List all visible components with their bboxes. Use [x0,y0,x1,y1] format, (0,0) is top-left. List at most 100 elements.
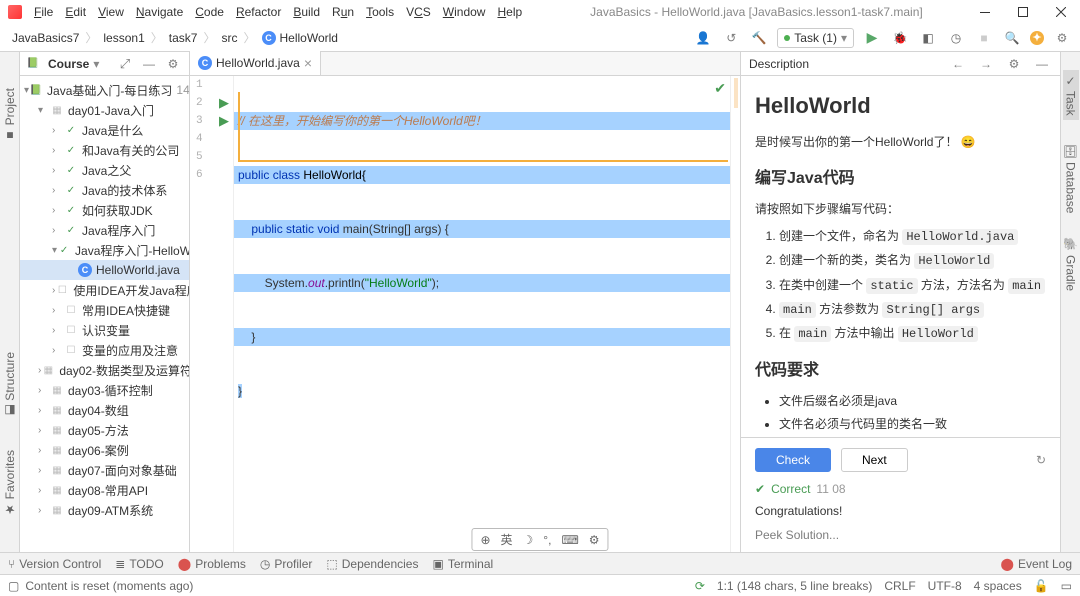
menu-code[interactable]: Code [189,3,230,21]
run-config-selector[interactable]: Task (1) ▾ [777,28,854,48]
inspection-ok-icon[interactable]: ✔ [714,80,726,97]
debug-button[interactable]: 🐞 [890,28,910,48]
minimize-button[interactable] [966,0,1004,24]
event-log-button[interactable]: ⬤Event Log [1001,557,1072,571]
tree-course-root[interactable]: ▾📗Java基础入门-每日练习14/109 [20,80,189,100]
tool-window-toggle-icon[interactable]: ▢ [8,579,19,593]
tree-lesson[interactable]: ›✓Java程序入门 [20,220,189,240]
collapse-icon[interactable]: — [139,54,159,74]
tree-lesson[interactable]: ›✓Java是什么 [20,120,189,140]
maximize-button[interactable] [1004,0,1042,24]
menu-view[interactable]: View [92,3,130,21]
run-gutter-icon[interactable]: ▶ [219,95,229,111]
menu-help[interactable]: Help [491,3,528,21]
tree-hello-lesson[interactable]: ▾✓Java程序入门-HelloWorld [20,240,189,260]
ime-globe-icon[interactable]: ⊕ [480,533,490,547]
tree-lesson[interactable]: ›☐变量的应用及注意 [20,340,189,360]
ime-lang[interactable]: 英 [501,531,513,548]
menu-build[interactable]: Build [287,3,326,21]
panel-settings-icon[interactable]: ⚙ [163,54,183,74]
breadcrumb-item[interactable]: task7 [165,29,202,47]
task-tool-button[interactable]: ✓Task [1063,70,1079,120]
editor-tab[interactable]: C HelloWorld.java × [190,51,321,75]
readonly-lock-icon[interactable]: 🔓 [1034,579,1049,593]
tree-day08[interactable]: ›▦day08-常用API [20,480,189,500]
tree-lesson[interactable]: ›✓Java的技术体系 [20,180,189,200]
ime-punct-icon[interactable]: °, [543,533,551,547]
search-everywhere-button[interactable]: 🔍 [1002,28,1022,48]
tree-day06[interactable]: ›▦day06-案例 [20,440,189,460]
tree-hello-file[interactable]: CHelloWorld.java [20,260,189,280]
breadcrumb-item[interactable]: src [217,29,241,47]
ide-updates-icon[interactable]: ✦ [1030,31,1044,45]
menu-window[interactable]: Window [437,3,492,21]
run-gutter-icon[interactable]: ▶ [219,113,229,129]
tree-day09[interactable]: ›▦day09-ATM系统 [20,500,189,520]
profile-button[interactable]: ◷ [946,28,966,48]
run-button[interactable]: ▶ [862,28,882,48]
tree-lesson[interactable]: ›☐常用IDEA快捷键 [20,300,189,320]
menu-tools[interactable]: Tools [360,3,400,21]
check-button[interactable]: Check [755,448,831,472]
version-control-button[interactable]: ⑂Version Control [8,557,101,571]
code-body[interactable]: // 在这里，开始编写你的第一个HelloWorld吧！ public clas… [234,76,730,552]
tree-day03[interactable]: ›▦day03-循环控制 [20,380,189,400]
indent-setting[interactable]: 4 spaces [974,579,1022,593]
reset-task-icon[interactable]: ↻ [1036,453,1046,467]
tree-lesson[interactable]: ›✓和Java有关的公司 [20,140,189,160]
structure-tool-button[interactable]: ◧Structure [3,352,17,418]
ime-settings-icon[interactable]: ⚙ [589,533,600,547]
peek-solution-link[interactable]: Peek Solution... [755,528,1046,542]
tree-day07[interactable]: ›▦day07-面向对象基础 [20,460,189,480]
menu-edit[interactable]: Edit [59,3,92,21]
file-encoding[interactable]: UTF-8 [928,579,962,593]
close-button[interactable] [1042,0,1080,24]
prev-task-icon[interactable]: ← [948,54,968,74]
close-tab-icon[interactable]: × [304,55,312,71]
tree-day01[interactable]: ▾▦day01-Java入门 [20,100,189,120]
tree-day04[interactable]: ›▦day04-数组 [20,400,189,420]
line-separator[interactable]: CRLF [884,579,915,593]
favorites-tool-button[interactable]: ★Favorites [3,450,17,516]
hide-panel-icon[interactable]: — [1032,54,1052,74]
add-user-icon[interactable]: 👤 [693,28,713,48]
database-tool-button[interactable]: 🗄Database [1064,144,1078,214]
menu-run[interactable]: Run [326,3,360,21]
profiler-button[interactable]: ◷Profiler [260,557,313,571]
goto-line-icon[interactable]: ⟳ [695,579,705,593]
expand-all-icon[interactable]: ⤢ [115,54,135,74]
tree-lesson[interactable]: ›✓如何获取JDK [20,200,189,220]
coverage-button[interactable]: ◧ [918,28,938,48]
problems-button[interactable]: ⬤Problems [178,557,246,571]
next-task-icon[interactable]: → [976,54,996,74]
ime-keyboard-icon[interactable]: ⌨ [561,533,578,547]
project-tool-button[interactable]: ■Project [3,88,17,142]
todo-button[interactable]: ≣TODO [115,557,164,571]
sync-icon[interactable]: ↺ [721,28,741,48]
breadcrumb-item[interactable]: CHelloWorld [258,29,342,47]
memory-indicator-icon[interactable]: ▭ [1061,579,1072,593]
tree-day05[interactable]: ›▦day05-方法 [20,420,189,440]
editor-minimap[interactable] [730,76,740,552]
build-icon[interactable]: 🔨 [749,28,769,48]
tree-day02[interactable]: ›▦day02-数据类型及运算符 [20,360,189,380]
menu-file[interactable]: File [28,3,59,21]
menu-refactor[interactable]: Refactor [230,3,287,21]
next-button[interactable]: Next [841,448,908,472]
tree-lesson[interactable]: ›☐使用IDEA开发Java程序 [20,280,189,300]
ime-bar[interactable]: ⊕ 英 ☽ °, ⌨ ⚙ [471,528,608,551]
breadcrumb-item[interactable]: lesson1 [99,29,148,47]
gradle-tool-button[interactable]: 🐘Gradle [1064,237,1078,291]
ime-moon-icon[interactable]: ☽ [523,533,534,547]
caret-position[interactable]: 1:1 (148 chars, 5 line breaks) [717,579,872,593]
dependencies-button[interactable]: ⬚Dependencies [326,557,418,571]
settings-icon[interactable]: ⚙ [1052,28,1072,48]
menu-navigate[interactable]: Navigate [130,3,189,21]
editor-content[interactable]: 1 2▶ 3▶ 4 5 6 // 在这里，开始编写你的第一个HelloWorld… [190,76,740,552]
terminal-button[interactable]: ▣Terminal [432,557,493,571]
tree-lesson[interactable]: ›✓Java之父 [20,160,189,180]
panel-settings-icon[interactable]: ⚙ [1004,54,1024,74]
stop-button[interactable]: ■ [974,28,994,48]
tree-lesson[interactable]: ›☐认识变量 [20,320,189,340]
menu-vcs[interactable]: VCS [400,3,437,21]
